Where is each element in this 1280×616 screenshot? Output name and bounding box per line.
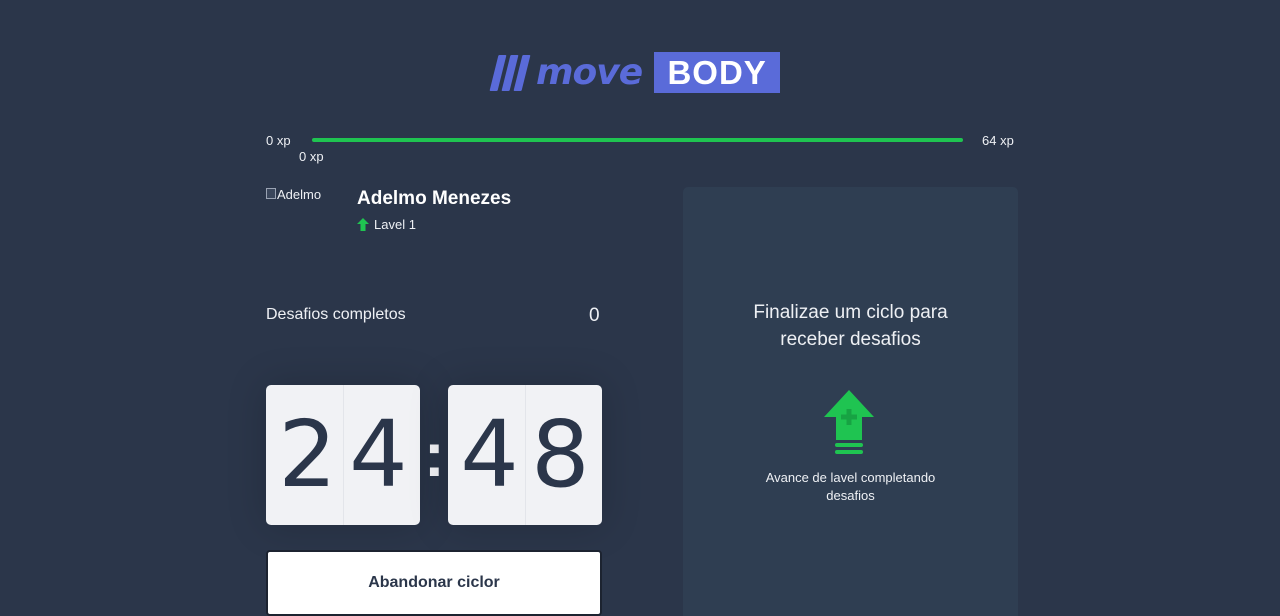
challenge-panel-hint: Avance de lavel completando desafios xyxy=(765,470,936,503)
countdown-separator: : xyxy=(424,421,445,490)
xp-progress-fill xyxy=(312,138,963,142)
profile-name: Adelmo Menezes xyxy=(357,188,512,209)
abandon-cycle-button[interactable]: Abandonar ciclor xyxy=(266,550,602,616)
xp-current-label: 0 xp xyxy=(299,149,324,164)
xp-min-label: 0 xp xyxy=(266,133,291,148)
challenge-panel: Finalizae um ciclo para receber desafios… xyxy=(683,187,1018,616)
avatar: Adelmo xyxy=(266,187,338,259)
profile-level: Lavel 1 xyxy=(357,217,416,232)
app-logo: move BODY xyxy=(489,52,781,93)
countdown-minutes: 2 4 xyxy=(266,385,420,525)
second-tens-digit: 4 xyxy=(460,401,519,508)
logo-body-text: BODY xyxy=(654,52,781,93)
level-up-icon xyxy=(824,390,874,454)
completed-challenges-label: Desafios completos xyxy=(266,306,406,323)
broken-image-icon xyxy=(266,188,276,199)
completed-challenges-count: 0 xyxy=(589,305,600,326)
level-label: Lavel 1 xyxy=(374,217,416,232)
countdown-seconds: 4 8 xyxy=(448,385,602,525)
minute-ones-digit: 4 xyxy=(349,401,408,508)
level-arrow-icon xyxy=(357,218,369,231)
logo-bars-icon xyxy=(489,54,531,91)
xp-progress-bar xyxy=(312,138,963,142)
second-ones-digit: 8 xyxy=(531,401,590,508)
logo-move-text: move xyxy=(536,52,643,93)
minute-tens-digit: 2 xyxy=(278,401,337,508)
avatar-alt-text: Adelmo xyxy=(277,187,322,202)
xp-max-label: 64 xp xyxy=(982,133,1014,148)
challenge-panel-title: Finalizae um ciclo para receber desafios xyxy=(753,302,948,350)
